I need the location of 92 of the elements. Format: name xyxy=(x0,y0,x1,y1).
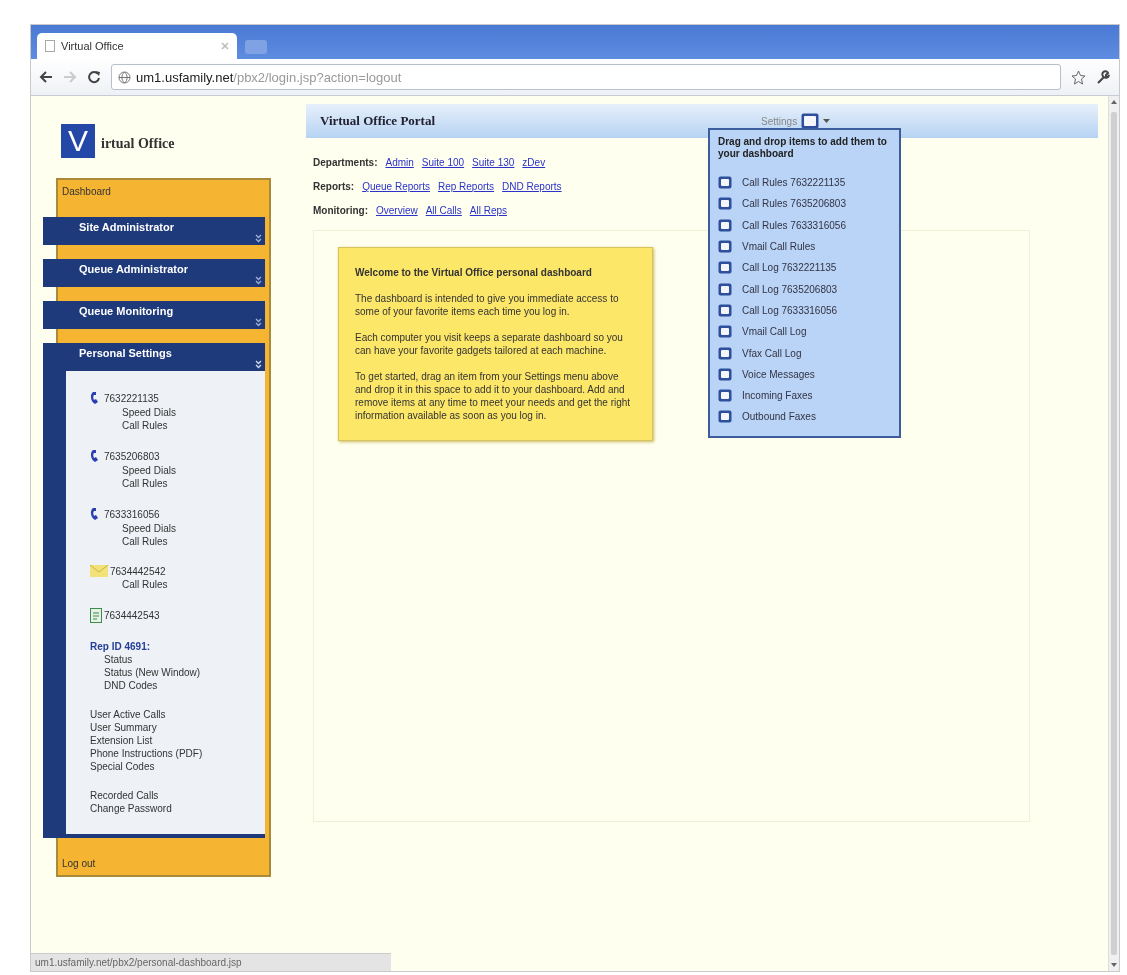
gadget-icon xyxy=(718,367,732,381)
scroll-down-icon[interactable] xyxy=(1111,963,1117,967)
chevron-icon xyxy=(255,234,262,243)
gadget-icon xyxy=(718,410,732,424)
welcome-paragraph: Each computer you visit keeps a separate dashboard so you can have your favorite gadgets tailored at each machine. xyxy=(355,331,624,357)
section-header[interactable]: Site Administrator xyxy=(43,217,265,245)
welcome-paragraph: The dashboard is intended to give you immediate access to some of your favorite items each time you log in. xyxy=(355,292,620,318)
panel-link[interactable]: Change Password xyxy=(90,803,265,814)
panel-link[interactable]: Call Rules xyxy=(90,579,265,590)
logout-link[interactable]: Log out xyxy=(58,852,269,875)
panel-link[interactable]: Speed Dials xyxy=(90,523,265,534)
welcome-paragraph: To get started, drag an item from your Settings menu above and drop it in this space to add it to your dashboard. Add and remove items at any time to meet your needs and get the right information available as soon as you log in. xyxy=(355,370,632,422)
panel-link[interactable]: User Summary xyxy=(90,722,265,733)
nav-link[interactable]: Suite 100 xyxy=(421,157,465,168)
globe-icon xyxy=(118,70,131,84)
reload-icon[interactable] xyxy=(87,70,101,84)
panel-link[interactable]: Status xyxy=(90,654,265,665)
menu-item[interactable]: Call Log 7635206803 xyxy=(742,283,838,295)
row-label: Reports: xyxy=(313,181,355,192)
nav-link[interactable]: Suite 130 xyxy=(472,157,515,168)
panel-link[interactable]: User Active Calls xyxy=(90,709,265,720)
gadget-icon xyxy=(718,346,732,360)
panel-link[interactable]: Call Rules xyxy=(90,536,265,547)
browser-tab[interactable]: Virtual Office xyxy=(37,33,237,59)
panel-link[interactable]: Recorded Calls xyxy=(90,790,265,801)
group-title[interactable]: 7634442542 xyxy=(110,565,166,577)
panel-link[interactable]: Status (New Window) xyxy=(90,667,265,678)
gadget-icon xyxy=(718,389,732,403)
star-icon[interactable] xyxy=(1071,69,1086,85)
menu-item[interactable]: Vmail Call Rules xyxy=(742,241,816,253)
nav-link[interactable]: Queue Reports xyxy=(362,181,430,192)
nav-link[interactable]: DND Reports xyxy=(502,181,562,192)
gadget-icon xyxy=(718,303,732,317)
menu-item[interactable]: Call Log 7632221135 xyxy=(742,262,837,274)
panel-link[interactable]: Call Rules xyxy=(90,420,265,431)
section-header[interactable]: Queue Monitoring xyxy=(43,301,265,329)
document-icon xyxy=(90,608,102,623)
gadget-icon xyxy=(718,325,732,339)
panel-link[interactable]: Special Codes xyxy=(90,761,265,772)
section-header[interactable]: Queue Administrator xyxy=(43,259,265,287)
nav-link[interactable]: Rep Reports xyxy=(437,181,495,192)
menu-item[interactable]: Outbound Faxes xyxy=(742,411,816,423)
portal-title: Virtual Office Portal xyxy=(320,113,436,129)
panel-link[interactable]: Speed Dials xyxy=(90,407,265,418)
group-title[interactable]: 7632221135 xyxy=(104,392,159,404)
row-label: Departments: xyxy=(313,157,378,168)
back-icon[interactable] xyxy=(39,71,53,83)
gadget-icon xyxy=(718,240,732,254)
menu-item[interactable]: Vfax Call Log xyxy=(742,347,802,359)
nav-link[interactable]: zDev xyxy=(522,157,546,168)
section-header[interactable]: Personal Settings xyxy=(43,343,265,371)
nav-link[interactable]: All Calls xyxy=(425,205,462,216)
gadget-icon xyxy=(718,282,732,296)
gadget-icon xyxy=(718,218,732,232)
menu-item[interactable]: Vmail Call Log xyxy=(742,326,807,338)
group-title[interactable]: 7635206803 xyxy=(104,450,160,462)
address-bar[interactable]: um1.usfamily.net/pbx2/login.jsp?action=logout xyxy=(111,64,1061,90)
page-icon xyxy=(45,40,55,52)
logo-mark: V xyxy=(61,124,95,158)
menu-item[interactable]: Incoming Faxes xyxy=(742,390,813,402)
panel-link[interactable]: Extension List xyxy=(90,735,265,746)
envelope-icon xyxy=(90,565,108,577)
chevron-icon xyxy=(255,318,262,327)
panel-link[interactable]: DND Codes xyxy=(90,680,265,691)
gadget-icon xyxy=(718,176,732,190)
group-title: Rep ID 4691: xyxy=(90,641,151,652)
group-title[interactable]: 7634442543 xyxy=(104,610,160,621)
menu-item[interactable]: Voice Messages xyxy=(742,368,815,380)
group-title[interactable]: 7633316056 xyxy=(104,508,160,520)
panel-link[interactable]: Phone Instructions (PDF) xyxy=(90,748,265,759)
nav-link[interactable]: All Reps xyxy=(469,205,508,216)
menu-item[interactable]: Call Rules 7633316056 xyxy=(742,219,846,231)
nav-link[interactable]: Overview xyxy=(376,205,418,216)
welcome-heading: Welcome to the Virtual Office personal dashboard xyxy=(355,266,593,279)
chevron-icon xyxy=(255,276,262,285)
panel-link[interactable]: Call Rules xyxy=(90,478,265,489)
wrench-icon[interactable] xyxy=(1096,69,1111,85)
menu-item[interactable]: Call Rules 7635206803 xyxy=(742,198,846,210)
chevron-icon xyxy=(255,360,262,369)
scroll-up-icon[interactable] xyxy=(1111,100,1117,104)
menu-item[interactable]: Call Rules 7632221135 xyxy=(742,177,846,189)
caret-icon[interactable] xyxy=(823,119,831,123)
menu-heading: Drag and drop items to add them to your dashboard xyxy=(718,136,888,160)
status-text: um1.usfamily.net/pbx2/personal-dashboard.jsp xyxy=(35,957,242,968)
nav-link[interactable]: Admin xyxy=(385,157,414,168)
gadget-icon xyxy=(718,261,732,275)
row-label: Monitoring: xyxy=(313,205,368,216)
logo-text: irtual Office xyxy=(101,136,175,153)
menu-item[interactable]: Call Log 7633316056 xyxy=(742,304,838,316)
gadget-icon xyxy=(718,197,732,211)
panel-link[interactable]: Speed Dials xyxy=(90,465,265,476)
dashboard-link[interactable]: Dashboard xyxy=(58,180,269,203)
